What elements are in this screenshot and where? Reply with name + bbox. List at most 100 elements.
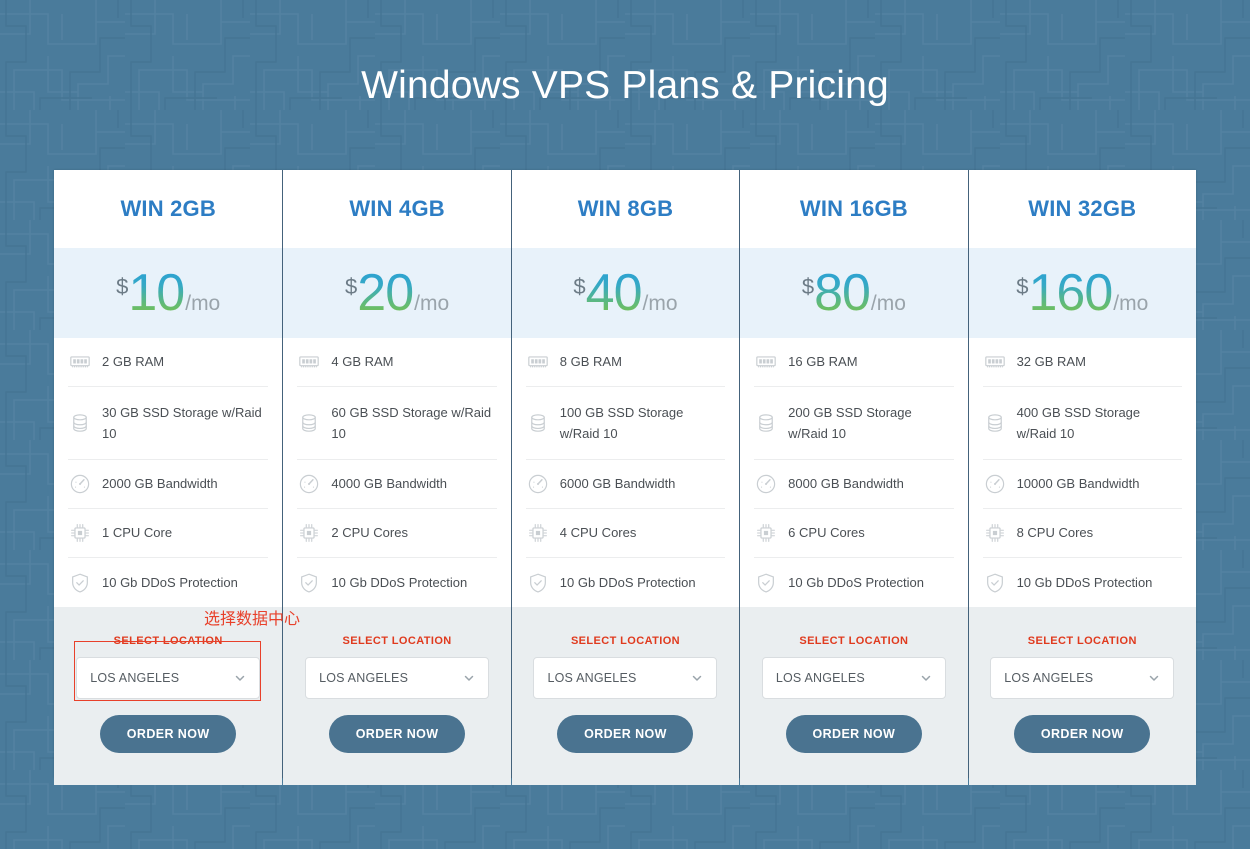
plan-feature-text: 8000 GB Bandwidth [788,476,904,492]
plan-feature-row: 10 Gb DDoS Protection [68,558,268,607]
ram-icon [526,350,550,374]
plan-feature-text: 2 GB RAM [102,354,165,370]
bandwidth-icon [526,472,550,496]
plan-feature-text: 10 Gb DDoS Protection [788,574,925,590]
select-location-label: SELECT LOCATION [799,635,909,647]
plan-card-header: WIN 8GB [511,170,740,248]
storage-icon [68,411,92,435]
plan-feature-text: 6000 GB Bandwidth [559,476,676,492]
plan-card: WIN 32GB $160/mo 32 GB RAM 400 GB SSD Stora… [967,170,1196,785]
price-period: /mo [414,292,450,315]
order-now-button[interactable]: ORDER NOW [1014,715,1151,753]
plan-feature-text: 100 GB SSD Storage w/Raid 10 [559,404,684,441]
location-select-value: LOS ANGELES [319,671,409,685]
plan-feature-text: 10 Gb DDoS Protection [331,574,468,590]
price-currency-symbol: $ [1016,274,1029,299]
storage-icon [297,411,321,435]
shield-icon [68,571,92,595]
plan-feature-row: 1 CPU Core [68,509,269,558]
shield-icon [526,571,550,595]
plan-feature-row: 8 GB RAM [525,338,726,387]
plan-feature-text: 10 Gb DDoS Protection [102,574,238,590]
plan-card: WIN 2GB $10/mo 2 GB RAM 30 GB SSD Storage w… [54,170,283,785]
ram-icon [754,350,778,374]
plan-card-footer: SELECT LOCATION LOS ANGELES ORDER NOW [283,607,511,785]
plan-card-footer: SELECT LOCATION LOS ANGELES ORDER NOW [740,607,968,785]
select-location-label: SELECT LOCATION [570,635,681,647]
order-now-button[interactable]: ORDER NOW [557,715,694,753]
plan-card-footer: SELECT LOCATION LOS ANGELES ORDER NOW [511,607,740,785]
plan-feature-text: 6 CPU Cores [788,525,865,541]
price-amount: 80 [814,264,871,322]
plan-feature-row: 10 Gb DDoS Protection [297,558,496,607]
plan-feature-text: 4 GB RAM [331,354,394,370]
ram-icon [983,350,1007,374]
price-period: /mo [1113,292,1149,315]
plan-feature-text: 32 GB RAM [1016,354,1086,370]
shield-icon [983,571,1007,595]
footer-strip [0,778,1250,849]
price-amount: 160 [1028,264,1113,322]
chevron-down-icon [463,672,475,684]
plan-feature-row: 200 GB SSD Storage w/Raid 10 [754,387,954,460]
plan-feature-list: 2 GB RAM 30 GB SSD Storage w/Raid 10 2000 … [54,338,283,607]
plan-price-band: $160/mo [968,248,1196,338]
shield-icon [754,571,778,595]
price-amount: 40 [585,264,643,322]
location-select[interactable]: LOS ANGELES [990,657,1175,699]
price-amount: 10 [128,264,185,322]
price-period: /mo [642,292,678,315]
location-select-value: LOS ANGELES [547,671,637,685]
plan-feature-text: 400 GB SSD Storage w/Raid 10 [1016,404,1141,441]
plan-feature-row: 30 GB SSD Storage w/Raid 10 [68,387,269,460]
chevron-down-icon [691,672,703,684]
order-now-button[interactable]: ORDER NOW [100,715,237,753]
order-now-button[interactable]: ORDER NOW [785,715,922,753]
plan-feature-text: 30 GB SSD Storage w/Raid 10 [102,404,262,441]
plan-feature-row: 4 GB RAM [297,338,497,387]
plan-feature-row: 4000 GB Bandwidth [297,460,497,509]
location-select[interactable]: LOS ANGELES [305,657,490,699]
price-period: /mo [870,292,906,315]
select-location-label: SELECT LOCATION [113,635,223,647]
location-select[interactable]: LOS ANGELES [761,657,946,699]
plan-feature-row: 2 CPU Cores [297,509,497,558]
location-select-value: LOS ANGELES [1004,671,1094,685]
plan-feature-text: 16 GB RAM [788,354,858,370]
plan-card-header: WIN 16GB [740,170,968,248]
ram-icon [297,350,321,374]
plan-feature-text: 60 GB SSD Storage w/Raid 10 [331,404,492,441]
plan-price-band: $80/mo [740,248,968,338]
plan-feature-row: 6000 GB Bandwidth [525,460,726,509]
bandwidth-icon [68,472,92,496]
price-currency-symbol: $ [116,274,129,299]
plan-card: WIN 16GB $80/mo 16 GB RAM 200 GB SSD Storag… [739,170,968,785]
plan-price-band: $10/mo [54,248,283,338]
plan-feature-list: 32 GB RAM 400 GB SSD Storage w/Raid 10 100… [968,338,1196,607]
storage-icon [754,411,778,435]
plan-feature-row: 6 CPU Cores [754,509,954,558]
location-select[interactable]: LOS ANGELES [533,657,718,699]
plan-card: WIN 4GB $20/mo 4 GB RAM 60 GB SSD Storage w… [282,170,511,785]
ram-icon [68,350,92,374]
storage-icon [526,411,550,435]
plan-title: WIN 8GB [577,196,674,221]
plan-card: WIN 8GB $40/mo 8 GB RAM 100 GB SSD Storage … [510,170,740,785]
location-select[interactable]: LOS ANGELES [76,657,261,699]
plan-feature-row: 100 GB SSD Storage w/Raid 10 [525,387,726,460]
plan-feature-text: 8 GB RAM [559,354,622,370]
plan-feature-text: 10 Gb DDoS Protection [1016,574,1153,590]
cpu-icon [983,521,1007,545]
plan-title: WIN 16GB [799,196,908,221]
chevron-down-icon [920,672,932,684]
price-currency-symbol: $ [573,274,586,299]
plan-feature-row: 10 Gb DDoS Protection [754,558,953,607]
order-now-button[interactable]: ORDER NOW [329,715,466,753]
plan-price-band: $40/mo [511,248,740,338]
plan-title: WIN 32GB [1028,196,1137,221]
plan-feature-text: 10 Gb DDoS Protection [559,574,696,590]
plan-card-header: WIN 2GB [54,170,283,248]
shield-icon [297,571,321,595]
plan-feature-text: 10000 GB Bandwidth [1016,476,1140,492]
plan-feature-list: 16 GB RAM 200 GB SSD Storage w/Raid 10 800… [740,338,968,607]
